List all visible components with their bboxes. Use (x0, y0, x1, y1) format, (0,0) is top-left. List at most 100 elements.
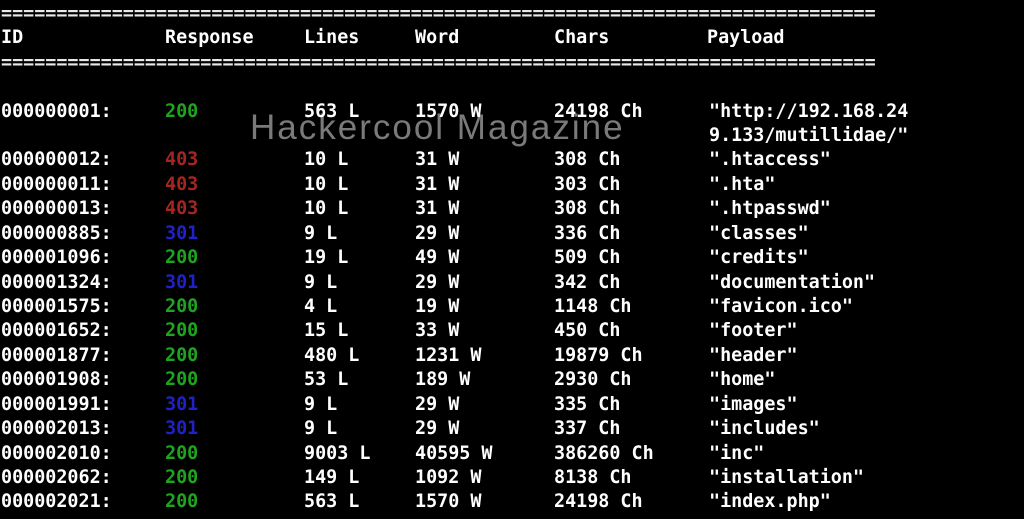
row-response-code: 403 (165, 197, 198, 221)
row-chars: 509 Ch (554, 246, 620, 270)
header-word: Word (415, 26, 459, 50)
separator-line: ========================================… (1, 51, 1011, 75)
table-row: 000001908: 200 53 L 189 W 2930 Ch "home" (1, 368, 1011, 392)
row-payload: "header" (709, 344, 911, 368)
row-chars: 335 Ch (554, 393, 620, 417)
terminal-output: Hackercool Magazine ====================… (0, 0, 1024, 519)
row-id: 000002010: (1, 442, 112, 466)
row-word: 1570 W (415, 100, 481, 124)
row-lines: 149 L (304, 466, 359, 490)
row-lines: 9 L (304, 222, 337, 246)
table-row: 000001096: 200 19 L 49 W 509 Ch "credits… (1, 246, 1011, 270)
table-row: 000002021: 200 563 L 1570 W 24198 Ch "in… (1, 490, 1011, 514)
row-response-code: 301 (165, 271, 198, 295)
rows: 000000001: 200 563 L 1570 W 24198 Ch "ht… (1, 100, 1011, 515)
row-word: 31 W (415, 197, 459, 221)
row-id: 000000012: (1, 148, 112, 172)
row-chars: 303 Ch (554, 173, 620, 197)
row-id: 000000011: (1, 173, 112, 197)
row-lines: 9 L (304, 393, 337, 417)
row-lines: 9 L (304, 417, 337, 441)
blank-line (1, 75, 1011, 99)
row-chars: 19879 Ch (554, 344, 643, 368)
row-response-code: 403 (165, 148, 198, 172)
row-payload: ".htaccess" (709, 148, 911, 172)
fuzzer-results-screen: ========================================… (1, 2, 1011, 515)
row-response-code: 200 (165, 368, 198, 392)
row-response-code: 301 (165, 417, 198, 441)
table-row: 000002062: 200 149 L 1092 W 8138 Ch "ins… (1, 466, 1011, 490)
row-word: 31 W (415, 148, 459, 172)
row-id: 000001324: (1, 271, 112, 295)
row-response-code: 200 (165, 466, 198, 490)
row-id: 000002021: (1, 490, 112, 514)
row-payload: "includes" (709, 417, 911, 441)
row-lines: 19 L (304, 246, 348, 270)
row-lines: 10 L (304, 197, 348, 221)
row-payload: "credits" (709, 246, 911, 270)
row-word: 29 W (415, 417, 459, 441)
table-row: 000000011: 403 10 L 31 W 303 Ch ".hta" (1, 173, 1011, 197)
row-word: 1231 W (415, 344, 481, 368)
row-id: 000000013: (1, 197, 112, 221)
row-id: 000002013: (1, 417, 112, 441)
row-chars: 450 Ch (554, 319, 620, 343)
table-row: 000001324: 301 9 L 29 W 342 Ch "document… (1, 271, 1011, 295)
row-payload: "footer" (709, 319, 911, 343)
row-chars: 24198 Ch (554, 100, 643, 124)
row-response-code: 200 (165, 490, 198, 514)
row-payload: "favicon.ico" (709, 295, 911, 319)
row-lines: 10 L (304, 173, 348, 197)
row-response-code: 301 (165, 222, 198, 246)
row-response-code: 301 (165, 393, 198, 417)
header-payload: Payload (707, 26, 909, 50)
row-payload: "http://192.168.249.133/mutillidae/" (709, 100, 911, 149)
row-word: 29 W (415, 393, 459, 417)
row-chars: 2930 Ch (554, 368, 632, 392)
row-id: 000002062: (1, 466, 112, 490)
row-word: 31 W (415, 173, 459, 197)
row-id: 000001575: (1, 295, 112, 319)
row-lines: 53 L (304, 368, 348, 392)
row-payload: "installation" (709, 466, 911, 490)
row-chars: 308 Ch (554, 197, 620, 221)
row-id: 000000001: (1, 100, 112, 124)
row-payload: ".htpasswd" (709, 197, 911, 221)
row-payload: "documentation" (709, 271, 911, 295)
row-chars: 337 Ch (554, 417, 620, 441)
separator-line: ========================================… (1, 2, 1011, 26)
row-word: 33 W (415, 319, 459, 343)
row-lines: 480 L (304, 344, 359, 368)
row-chars: 386260 Ch (554, 442, 654, 466)
header-response: Response (165, 26, 254, 50)
row-lines: 4 L (304, 295, 337, 319)
row-word: 19 W (415, 295, 459, 319)
table-row: 000001991: 301 9 L 29 W 335 Ch "images" (1, 393, 1011, 417)
row-id: 000001877: (1, 344, 112, 368)
row-chars: 308 Ch (554, 148, 620, 172)
row-chars: 24198 Ch (554, 490, 643, 514)
row-id: 000000885: (1, 222, 112, 246)
row-lines: 10 L (304, 148, 348, 172)
row-word: 1092 W (415, 466, 481, 490)
table-row: 000000013: 403 10 L 31 W 308 Ch ".htpass… (1, 197, 1011, 221)
row-chars: 1148 Ch (554, 295, 632, 319)
row-response-code: 200 (165, 246, 198, 270)
row-chars: 342 Ch (554, 271, 620, 295)
row-word: 29 W (415, 271, 459, 295)
row-response-code: 200 (165, 295, 198, 319)
table-row: 000000885: 301 9 L 29 W 336 Ch "classes" (1, 222, 1011, 246)
row-word: 1570 W (415, 490, 481, 514)
row-payload: "index.php" (709, 490, 911, 514)
row-response-code: 200 (165, 319, 198, 343)
table-row: 000000001: 200 563 L 1570 W 24198 Ch "ht… (1, 100, 1011, 149)
row-response-code: 200 (165, 100, 198, 124)
row-response-code: 403 (165, 173, 198, 197)
header-id: ID (1, 26, 23, 50)
table-row: 000001575: 200 4 L 19 W 1148 Ch "favicon… (1, 295, 1011, 319)
table-row: 000001652: 200 15 L 33 W 450 Ch "footer" (1, 319, 1011, 343)
table-row: 000002010: 200 9003 L 40595 W 386260 Ch … (1, 442, 1011, 466)
row-chars: 8138 Ch (554, 466, 632, 490)
table-row: 000002013: 301 9 L 29 W 337 Ch "includes… (1, 417, 1011, 441)
row-payload: "images" (709, 393, 911, 417)
